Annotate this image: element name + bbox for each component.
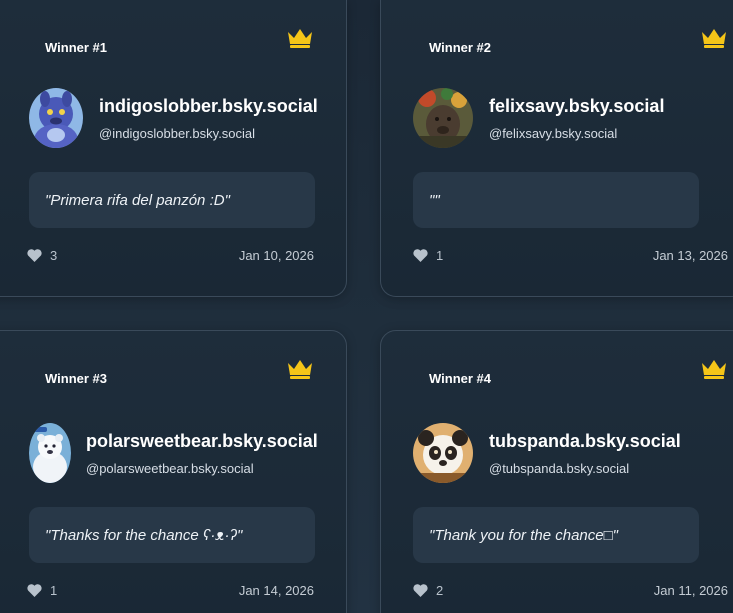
avatar[interactable]	[413, 88, 473, 148]
like-count-value: 2	[436, 583, 444, 598]
winner-card: Winner #1 indigoslobber.bsky.social @ind…	[0, 0, 347, 297]
message-text: "Thank you for the chance□"	[429, 526, 618, 544]
like-count[interactable]: 1	[27, 583, 57, 598]
user-handle[interactable]: @polarsweetbear.bsky.social	[86, 461, 254, 476]
message-text: ""	[429, 191, 440, 209]
crown-icon	[288, 29, 312, 48]
post-date: Jan 14, 2026	[238, 583, 314, 598]
winners-grid: Winner #1 indigoslobber.bsky.social @ind…	[0, 0, 733, 613]
display-name[interactable]: indigoslobber.bsky.social	[99, 96, 318, 117]
message-box: "Thank you for the chance□"	[413, 507, 699, 563]
message-box: ""	[413, 172, 699, 228]
winner-rank-label: Winner #2	[429, 40, 492, 55]
like-count[interactable]: 1	[413, 248, 443, 263]
like-count[interactable]: 3	[27, 248, 57, 263]
winner-rank-label: Winner #1	[45, 40, 108, 55]
avatar[interactable]	[413, 423, 473, 483]
crown-icon	[702, 360, 726, 379]
user-handle[interactable]: @felixsavy.bsky.social	[489, 126, 617, 141]
crown-icon	[288, 360, 312, 379]
crown-icon	[702, 29, 726, 48]
display-name[interactable]: felixsavy.bsky.social	[489, 96, 664, 117]
message-box: "Primera rifa del panzón :D"	[29, 172, 315, 228]
winner-rank-label: Winner #3	[45, 371, 108, 386]
post-date: Jan 10, 2026	[238, 248, 314, 263]
heart-icon[interactable]	[27, 584, 42, 597]
display-name[interactable]: tubspanda.bsky.social	[489, 431, 681, 452]
message-text: "Thanks for the chance ʕ·ᴥ·ʔ"	[45, 526, 243, 544]
heart-icon[interactable]	[27, 249, 42, 262]
heart-icon[interactable]	[413, 584, 428, 597]
winner-rank-label: Winner #4	[429, 371, 492, 386]
like-count[interactable]: 2	[413, 583, 443, 598]
winner-card: Winner #2 felixsavy.bsky.social @felixsa…	[380, 0, 733, 297]
like-count-value: 1	[436, 248, 444, 263]
heart-icon[interactable]	[413, 249, 428, 262]
like-count-value: 1	[50, 583, 58, 598]
avatar[interactable]	[29, 423, 71, 483]
winner-card: Winner #3 polarsweetbear.bsky.social @po…	[0, 330, 347, 613]
post-date: Jan 13, 2026	[652, 248, 728, 263]
winner-card: Winner #4 tubspanda.bsky.social @tubspan…	[380, 330, 733, 613]
user-handle[interactable]: @tubspanda.bsky.social	[489, 461, 629, 476]
message-box: "Thanks for the chance ʕ·ᴥ·ʔ"	[29, 507, 315, 563]
message-text: "Primera rifa del panzón :D"	[45, 191, 230, 209]
display-name[interactable]: polarsweetbear.bsky.social	[86, 431, 318, 452]
avatar[interactable]	[29, 88, 83, 148]
user-handle[interactable]: @indigoslobber.bsky.social	[99, 126, 255, 141]
post-date: Jan 11, 2026	[653, 583, 728, 598]
like-count-value: 3	[50, 248, 58, 263]
